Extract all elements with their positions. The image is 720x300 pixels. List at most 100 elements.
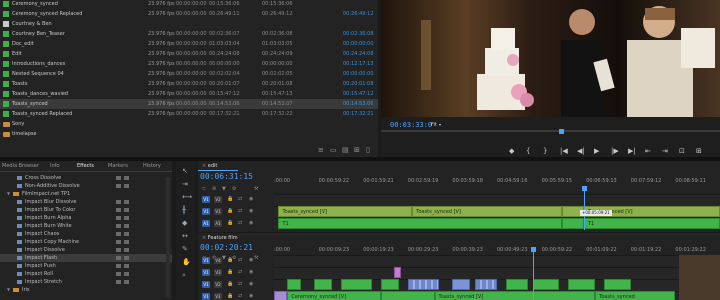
lock-icon[interactable]: 🔒 — [227, 208, 233, 215]
track-target[interactable]: V2 — [214, 196, 222, 203]
timeline-clip[interactable] — [604, 279, 631, 290]
track-lane[interactable] — [274, 267, 720, 279]
linked-selection-icon[interactable]: ⊗ — [212, 186, 218, 193]
source-patch[interactable]: V1 — [202, 269, 210, 276]
tab-info[interactable]: Info — [50, 163, 59, 169]
timeline-clip[interactable] — [340, 279, 373, 290]
eye-icon[interactable]: ◉ — [249, 220, 255, 227]
timeline-clip[interactable]: Toasts_synced [V] — [412, 206, 562, 217]
effect-item[interactable]: Impact Dissolve — [0, 246, 172, 254]
effect-item[interactable]: Impact Burn Alpha — [0, 214, 172, 222]
bin-item[interactable]: Toasts 23.976 fps 00:00:00:00 00:20:01:07 00… — [0, 79, 378, 89]
expand-triangle-icon[interactable]: ▼ — [7, 286, 10, 294]
list-view-icon[interactable]: ≡ — [318, 146, 325, 154]
lock-icon[interactable]: 🔒 — [227, 281, 233, 288]
snap-icon[interactable]: ⊂ — [202, 186, 208, 193]
monitor-playhead[interactable] — [559, 129, 564, 134]
bin-item[interactable]: Toasts_dances_wavied 23.976 fps 00:00:00:0… — [0, 89, 378, 99]
source-patch[interactable]: A1 — [202, 220, 210, 227]
source-patch[interactable]: V1 — [202, 281, 210, 288]
expand-triangle-icon[interactable]: ▶ — [0, 119, 1, 129]
sync-lock-icon[interactable]: ⇄ — [238, 293, 244, 300]
track-target[interactable]: A1 — [214, 220, 222, 227]
source-patch[interactable]: V1 — [202, 257, 210, 264]
timeline-clip[interactable]: T1 — [583, 218, 720, 229]
sync-lock-icon[interactable]: ⇄ — [238, 257, 244, 264]
track-lane[interactable] — [274, 255, 720, 267]
eye-icon[interactable]: ◉ — [249, 257, 255, 264]
bin-item[interactable]: ▶ Sony — [0, 119, 378, 129]
tab-media-browser[interactable]: Media Browser — [2, 163, 39, 169]
pen-tool-icon[interactable]: ✎ — [182, 245, 190, 253]
timeline-clip[interactable]: T1 — [278, 218, 562, 229]
timeline-clip[interactable] — [394, 267, 402, 278]
mark-in-icon[interactable]: { — [526, 147, 530, 155]
step-back-icon[interactable]: ◀| — [577, 147, 585, 155]
timeline-clip[interactable] — [568, 279, 596, 290]
tab-markers[interactable]: Markers — [108, 163, 128, 169]
tab-history[interactable]: History — [143, 163, 161, 169]
bin-item[interactable]: Ceremony_synced 23.976 fps 00:00:00:00 00:1… — [0, 0, 378, 9]
effect-item[interactable]: ▼ Iris — [0, 286, 172, 294]
effect-item[interactable]: Impact Blur To Color — [0, 206, 172, 214]
timeline-clip[interactable] — [314, 279, 332, 290]
button-editor-icon[interactable]: ⊞ — [696, 147, 702, 155]
bin-item[interactable]: Edit 23.976 fps 00:00:00:00 00:24:24:08 00:2… — [0, 49, 378, 59]
timeline-clip[interactable] — [474, 279, 497, 290]
hand-tool-icon[interactable]: ✋ — [182, 258, 191, 266]
playhead[interactable] — [583, 188, 585, 230]
bin-item[interactable]: Courtney & Ben — [0, 19, 378, 29]
effect-item[interactable]: Impact Stretch — [0, 278, 172, 286]
expand-triangle-icon[interactable]: ▶ — [0, 129, 1, 139]
effect-item[interactable]: Non-Additive Dissolve — [0, 182, 172, 190]
extract-icon[interactable]: ⇥ — [662, 147, 668, 155]
effect-item[interactable]: Impact Push — [0, 262, 172, 270]
effect-item[interactable]: Impact Chaos — [0, 230, 172, 238]
lock-icon[interactable]: 🔒 — [227, 220, 233, 227]
source-patch[interactable]: V1 — [202, 196, 210, 203]
lock-icon[interactable]: 🔒 — [227, 293, 233, 300]
eye-icon[interactable]: ◉ — [249, 208, 255, 215]
bin-item[interactable]: Nested Sequence 04 23.976 fps 00:00:00:00 0… — [0, 69, 378, 79]
track-lane[interactable] — [274, 194, 720, 206]
effects-scrollbar[interactable] — [166, 177, 170, 297]
effect-item[interactable]: Impact Roll — [0, 270, 172, 278]
track-target[interactable]: V4 — [214, 257, 222, 264]
sync-lock-icon[interactable]: ⇄ — [238, 220, 244, 227]
playhead-handle[interactable] — [581, 186, 587, 191]
tab-effects[interactable]: Effects — [77, 163, 94, 169]
timeline-ruler[interactable]: :00:00 00:00:59:22 00:01:59:21 00:02:59:19 0… — [274, 178, 720, 187]
effect-item[interactable]: Cross Dissolve — [0, 174, 172, 182]
lift-icon[interactable]: ⇤ — [645, 147, 651, 155]
fit-dropdown[interactable]: Fit — [431, 122, 437, 128]
eye-icon[interactable]: ◉ — [249, 269, 255, 276]
add-marker-icon[interactable]: ◆ — [509, 147, 514, 155]
wrench-icon[interactable]: ⚒ — [254, 186, 260, 193]
eye-icon[interactable]: ◉ — [249, 196, 255, 203]
source-patch[interactable]: V1 — [202, 293, 210, 300]
export-frame-icon[interactable]: ⊡ — [679, 147, 685, 155]
marker-icon[interactable]: ▼ — [222, 186, 228, 193]
timeline-clip[interactable] — [381, 291, 435, 300]
slip-tool-icon[interactable]: ↔ — [182, 232, 190, 240]
expand-triangle-icon[interactable]: ▼ — [7, 190, 10, 198]
effect-item[interactable]: Impact Burn White — [0, 222, 172, 230]
eye-icon[interactable]: ◉ — [249, 281, 255, 288]
bin-item[interactable]: Toasts_synced Replaced 23.976 fps 00:00:00… — [0, 109, 378, 119]
timeline-clip[interactable] — [532, 279, 560, 290]
track-target[interactable]: V3 — [214, 269, 222, 276]
chevron-down-icon[interactable]: ▾ — [439, 122, 441, 127]
timeline-clip[interactable] — [381, 279, 399, 290]
mark-out-icon[interactable]: } — [543, 147, 547, 155]
timeline-clip[interactable] — [287, 279, 301, 290]
lock-icon[interactable]: 🔒 — [227, 269, 233, 276]
sync-lock-icon[interactable]: ⇄ — [238, 208, 244, 215]
monitor-scrubber[interactable] — [381, 130, 720, 132]
folder-icon[interactable]: ▤ — [342, 146, 349, 154]
monitor-timecode[interactable]: 00:03:33:0 — [390, 121, 432, 129]
timeline-clip[interactable] — [274, 291, 288, 300]
source-patch[interactable]: V1 — [202, 208, 210, 215]
timeline-clip[interactable] — [505, 279, 529, 290]
track-select-tool-icon[interactable]: ⇥ — [182, 180, 190, 188]
settings-icon[interactable]: ⚙ — [232, 186, 238, 193]
